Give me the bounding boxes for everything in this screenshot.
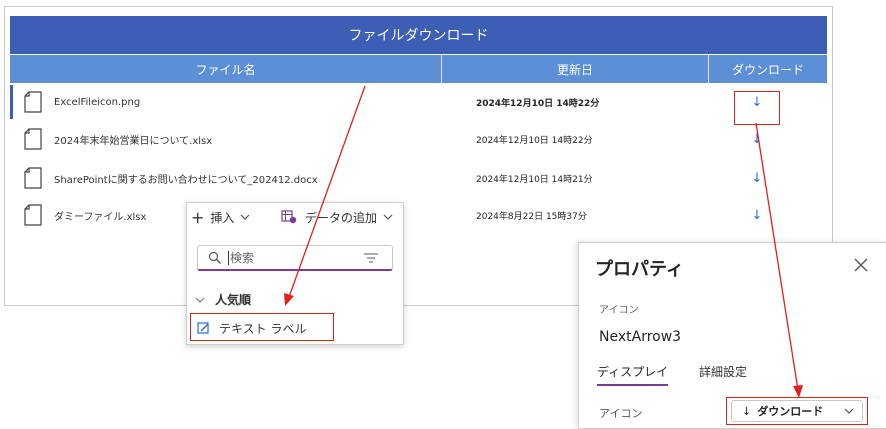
arrow-to-icon-dropdown bbox=[755, 122, 799, 391]
annotation-arrows bbox=[284, 85, 803, 398]
arrowhead bbox=[793, 385, 803, 398]
arrow-to-text-label bbox=[288, 85, 366, 298]
arrowhead bbox=[284, 293, 294, 306]
